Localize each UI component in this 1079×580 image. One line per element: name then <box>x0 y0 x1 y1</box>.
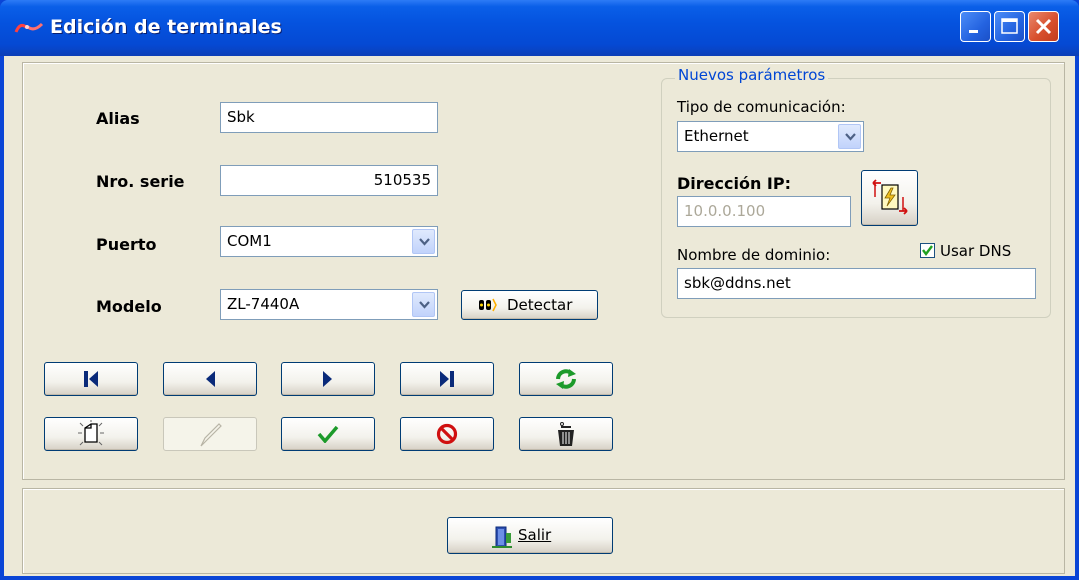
edit-record-button[interactable] <box>163 417 257 451</box>
previous-record-button[interactable] <box>163 362 257 396</box>
window: Edición de terminales Alias Sbk Nro. ser… <box>0 0 1079 580</box>
usar-dns-label[interactable]: Usar DNS <box>940 242 1011 260</box>
close-icon <box>1035 18 1052 35</box>
direccion-ip-label: Dirección IP: <box>677 174 791 193</box>
usar-dns-checkbox[interactable] <box>920 243 935 258</box>
last-record-button[interactable] <box>400 362 494 396</box>
maximize-button[interactable] <box>994 11 1025 42</box>
tipo-comunicacion-value: Ethernet <box>684 127 749 145</box>
network-config-icon <box>871 179 908 215</box>
edit-icon <box>200 423 222 447</box>
prev-icon <box>206 371 215 387</box>
serie-input[interactable]: 510535 <box>220 165 438 196</box>
ip-config-button[interactable] <box>861 170 918 226</box>
maximize-icon <box>1001 18 1018 34</box>
modelo-label: Modelo <box>96 297 162 316</box>
first-record-button[interactable] <box>44 362 138 396</box>
check-icon <box>922 245 933 256</box>
chevron-down-icon <box>419 238 430 246</box>
serie-label: Nro. serie <box>96 172 185 191</box>
alias-input[interactable]: Sbk <box>220 102 438 133</box>
detectar-button[interactable]: Detectar <box>461 290 598 320</box>
title-bar[interactable]: Edición de terminales <box>0 0 1079 56</box>
detectar-label: Detectar <box>507 296 573 314</box>
chevron-down-icon <box>419 301 430 309</box>
nombre-dominio-label: Nombre de dominio: <box>677 246 831 264</box>
last-icon <box>440 371 454 387</box>
new-record-icon <box>78 420 104 446</box>
detect-icon <box>479 298 497 312</box>
nuevos-parametros-legend: Nuevos parámetros <box>675 66 829 84</box>
puerto-dropdown-button[interactable] <box>412 229 435 254</box>
nombre-dominio-input[interactable]: sbk@ddns.net <box>677 268 1036 299</box>
modelo-select[interactable]: ZL-7440A <box>220 289 438 320</box>
refresh-icon <box>556 369 576 389</box>
delete-button[interactable] <box>519 417 613 451</box>
direccion-ip-input[interactable]: 10.0.0.100 <box>677 196 851 227</box>
cancel-button[interactable] <box>400 417 494 451</box>
tipo-dropdown-button[interactable] <box>838 124 861 149</box>
salir-label: Salir <box>518 526 551 544</box>
modelo-dropdown-button[interactable] <box>412 292 435 317</box>
new-record-button[interactable] <box>44 417 138 451</box>
alias-label: Alias <box>96 109 140 128</box>
next-icon <box>323 371 332 387</box>
confirm-icon <box>317 425 339 443</box>
chevron-down-icon <box>845 133 856 141</box>
next-record-button[interactable] <box>281 362 375 396</box>
client-area: Alias Sbk Nro. serie 510535 Puerto COM1 … <box>4 56 1075 576</box>
minimize-icon <box>969 30 978 33</box>
window-title: Edición de terminales <box>50 16 282 38</box>
salir-label-text: Salir <box>518 526 552 544</box>
refresh-button[interactable] <box>519 362 613 396</box>
tipo-comunicacion-label: Tipo de comunicación: <box>677 98 846 116</box>
minimize-button[interactable] <box>960 11 991 42</box>
confirm-button[interactable] <box>281 417 375 451</box>
app-icon <box>14 22 44 33</box>
delete-icon <box>558 422 574 446</box>
puerto-label: Puerto <box>96 235 157 254</box>
modelo-value: ZL-7440A <box>227 295 300 313</box>
puerto-value: COM1 <box>227 232 272 250</box>
first-icon <box>84 371 98 387</box>
salir-button[interactable]: Salir <box>447 517 613 554</box>
puerto-select[interactable]: COM1 <box>220 226 438 257</box>
tipo-comunicacion-select[interactable]: Ethernet <box>677 121 864 152</box>
close-button[interactable] <box>1028 11 1059 42</box>
exit-door-icon <box>492 526 512 548</box>
cancel-icon <box>436 423 458 445</box>
